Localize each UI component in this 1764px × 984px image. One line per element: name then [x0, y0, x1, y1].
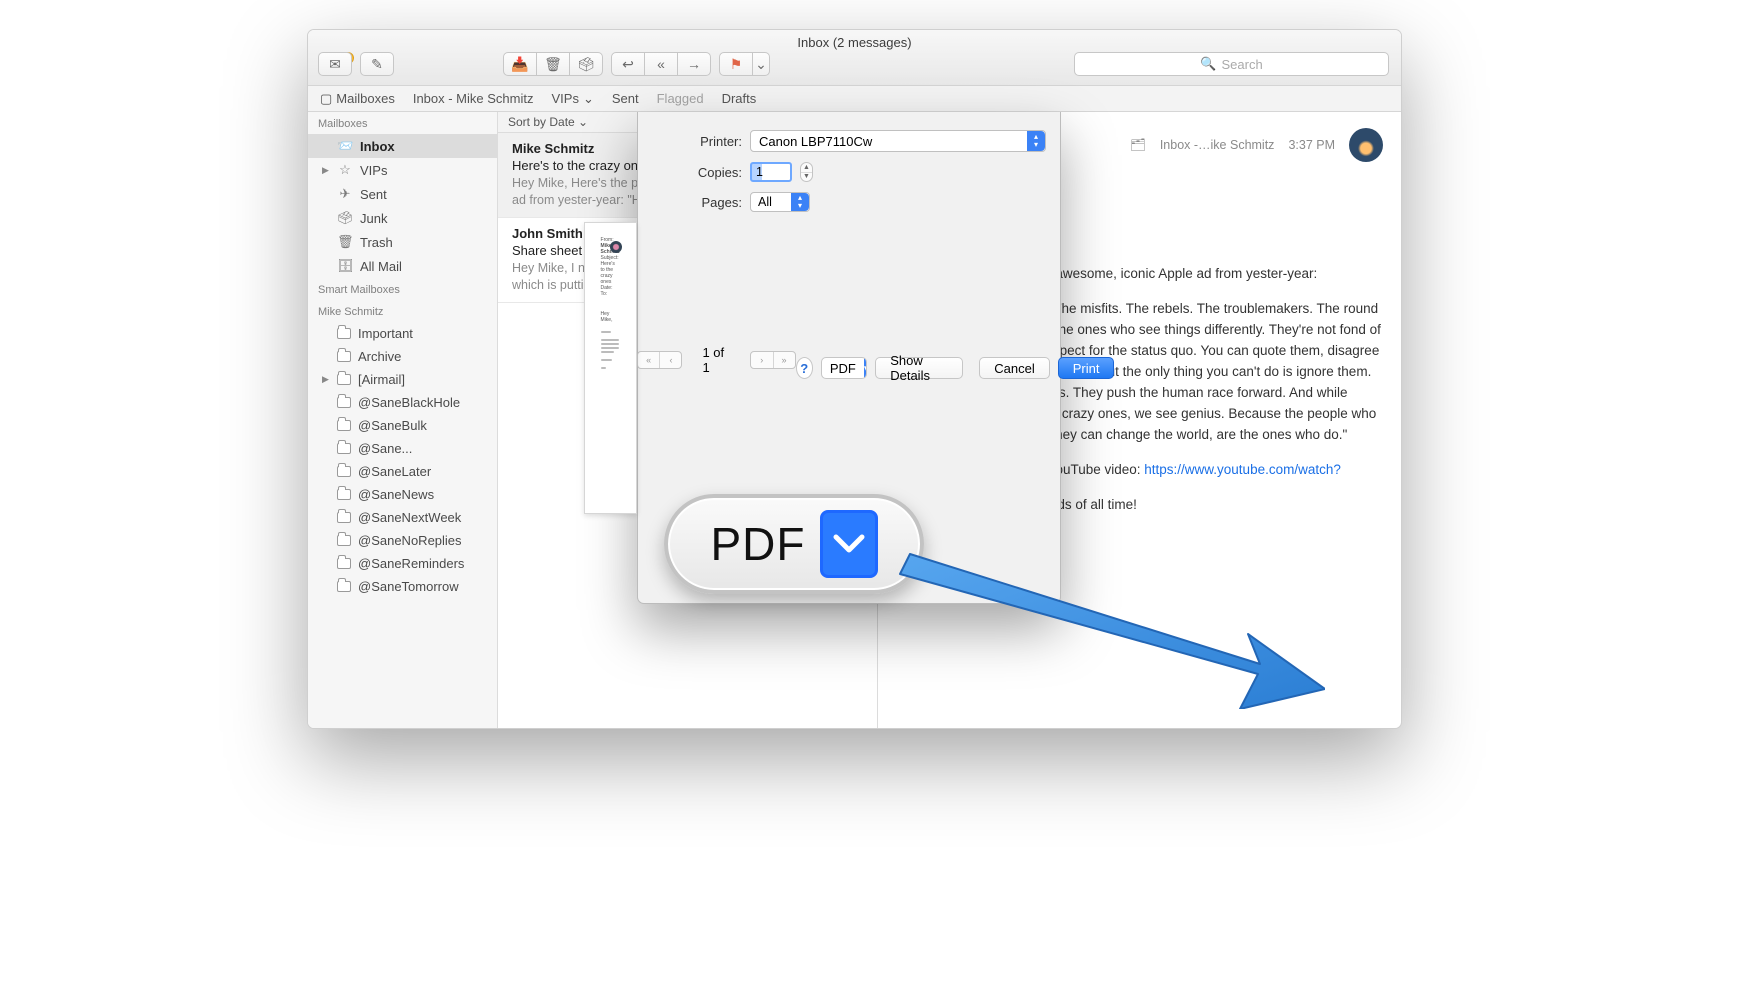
- folder-icon: [337, 420, 351, 431]
- pages-label: Pages:: [652, 195, 742, 210]
- pages-select[interactable]: All ▴▾: [750, 192, 810, 212]
- folder-icon: 🗂: [1130, 138, 1146, 153]
- favorites-bar: ▢ Mailboxes Inbox - Mike Schmitz VIPs ⌄ …: [308, 86, 1401, 112]
- fav-mailboxes[interactable]: ▢ Mailboxes: [320, 91, 395, 107]
- fav-inbox[interactable]: Inbox - Mike Schmitz: [413, 91, 534, 106]
- reader-folder: Inbox -…ike Schmitz: [1160, 138, 1275, 152]
- copies-label: Copies:: [652, 165, 742, 180]
- flag-button[interactable]: ⚑: [719, 52, 753, 76]
- fav-sent[interactable]: Sent: [612, 91, 639, 106]
- prev-page-icon: ‹: [659, 352, 681, 368]
- folder-icon: [337, 489, 351, 500]
- chevron-updown-icon: ▴▾: [1027, 131, 1045, 151]
- sidebar-folder[interactable]: @SaneTomorrow: [308, 575, 497, 598]
- show-details-button[interactable]: Show Details: [875, 357, 963, 379]
- junk-icon: 🗳: [337, 210, 353, 226]
- sidebar-header-account: Mike Schmitz: [308, 300, 497, 322]
- sidebar-folder[interactable]: @SaneNoReplies: [308, 529, 497, 552]
- print-button[interactable]: Print: [1058, 357, 1115, 379]
- chevron-down-icon: ▾: [864, 358, 867, 378]
- sidebar: Mailboxes 📨Inbox ▶☆VIPs ✈Sent 🗳Junk 🗑Tra…: [308, 112, 498, 728]
- sidebar-folder[interactable]: @Sane...: [308, 437, 497, 460]
- sidebar-item-allmail[interactable]: 🗄All Mail: [308, 254, 497, 278]
- sidebar-header-smart: Smart Mailboxes: [308, 278, 497, 300]
- sidebar-folder[interactable]: @SaneNextWeek: [308, 506, 497, 529]
- sidebar-folder[interactable]: ▶[Airmail]: [308, 368, 497, 391]
- copies-input[interactable]: [750, 162, 792, 182]
- printer-label: Printer:: [652, 134, 742, 149]
- copies-stepper[interactable]: ▲▼: [800, 162, 813, 182]
- last-page-icon: »: [773, 352, 795, 368]
- sidebar-item-vips[interactable]: ▶☆VIPs: [308, 158, 497, 182]
- sidebar-item-sent[interactable]: ✈Sent: [308, 182, 497, 206]
- folder-icon: [337, 581, 351, 592]
- search-input[interactable]: 🔍 Search: [1074, 52, 1389, 76]
- print-preview: From: Mike Schmitz Subject: Here's to th…: [652, 222, 1046, 514]
- reply-button[interactable]: ↩: [611, 52, 645, 76]
- folder-icon: [337, 535, 351, 546]
- sidebar-header-mailboxes: Mailboxes: [308, 112, 497, 134]
- first-page-icon: «: [638, 352, 660, 368]
- pager-next[interactable]: ›»: [750, 351, 796, 369]
- flag-dropdown[interactable]: ⌄: [752, 52, 770, 76]
- pager: «‹ 1 of 1 ›»: [637, 222, 796, 498]
- print-dialog: Printer: Canon LBP7110Cw ▴▾ Copies: ▲▼ P…: [637, 112, 1061, 604]
- folder-icon: [337, 466, 351, 477]
- next-page-icon: ›: [751, 352, 773, 368]
- delete-button[interactable]: 🗑: [536, 52, 570, 76]
- folder-icon: [337, 512, 351, 523]
- inbox-icon: 📨: [337, 138, 353, 154]
- callout-chevron-down-icon: [820, 510, 878, 578]
- pdf-dropdown-button[interactable]: PDF ▾: [821, 357, 867, 379]
- reply-all-button[interactable]: «: [644, 52, 678, 76]
- window-title: Inbox (2 messages): [308, 35, 1401, 50]
- youtube-link[interactable]: https://www.youtube.com/watch?: [1144, 462, 1341, 477]
- page-indicator: 1 of 1: [702, 345, 729, 375]
- help-button[interactable]: ?: [796, 357, 813, 379]
- chevron-updown-icon: ▴▾: [791, 193, 809, 211]
- sidebar-item-junk[interactable]: 🗳Junk: [308, 206, 497, 230]
- archive-button[interactable]: 📥: [503, 52, 537, 76]
- callout-pdf-label: PDF: [711, 517, 806, 571]
- sidebar-folder[interactable]: Archive: [308, 345, 497, 368]
- sidebar-folder[interactable]: @SaneLater: [308, 460, 497, 483]
- star-icon: ☆: [337, 162, 353, 178]
- callout-pdf: PDF: [664, 494, 924, 594]
- sent-icon: ✈: [337, 186, 353, 202]
- sidebar-folder[interactable]: @SaneBulk: [308, 414, 497, 437]
- avatar: [1349, 128, 1383, 162]
- search-placeholder: Search: [1221, 57, 1262, 72]
- sidebar-folder[interactable]: @SaneReminders: [308, 552, 497, 575]
- sidebar-folder[interactable]: Important: [308, 322, 497, 345]
- fav-drafts[interactable]: Drafts: [722, 91, 757, 106]
- sidebar-item-inbox[interactable]: 📨Inbox: [308, 134, 497, 158]
- folder-icon: [337, 374, 351, 385]
- sidebar-folder[interactable]: @SaneNews: [308, 483, 497, 506]
- printer-select[interactable]: Canon LBP7110Cw ▴▾: [750, 130, 1046, 152]
- junk-button[interactable]: 🗳: [569, 52, 603, 76]
- sidebar-item-trash[interactable]: 🗑Trash: [308, 230, 497, 254]
- folder-icon: [337, 328, 351, 339]
- sidebar-folder[interactable]: @SaneBlackHole: [308, 391, 497, 414]
- folder-icon: [337, 443, 351, 454]
- pager-prev[interactable]: «‹: [637, 351, 683, 369]
- preview-page: From: Mike Schmitz Subject: Here's to th…: [584, 222, 637, 514]
- search-icon: 🔍: [1200, 56, 1216, 72]
- reader-time: 3:37 PM: [1288, 138, 1335, 152]
- archive-icon: 🗄: [337, 258, 353, 274]
- compose-button[interactable]: ✎: [360, 52, 394, 76]
- fav-vips[interactable]: VIPs ⌄: [551, 91, 593, 107]
- folder-icon: [337, 397, 351, 408]
- get-mail-button[interactable]: ✉: [318, 52, 352, 76]
- forward-button[interactable]: →: [677, 52, 711, 76]
- titlebar: Inbox (2 messages) ✉ ✎ 📥 🗑 🗳 ↩ « → ⚑ ⌄: [308, 30, 1401, 86]
- folder-icon: [337, 351, 351, 362]
- folder-icon: [337, 558, 351, 569]
- trash-icon: 🗑: [337, 234, 353, 250]
- cancel-button[interactable]: Cancel: [979, 357, 1049, 379]
- fav-flagged[interactable]: Flagged: [657, 91, 704, 106]
